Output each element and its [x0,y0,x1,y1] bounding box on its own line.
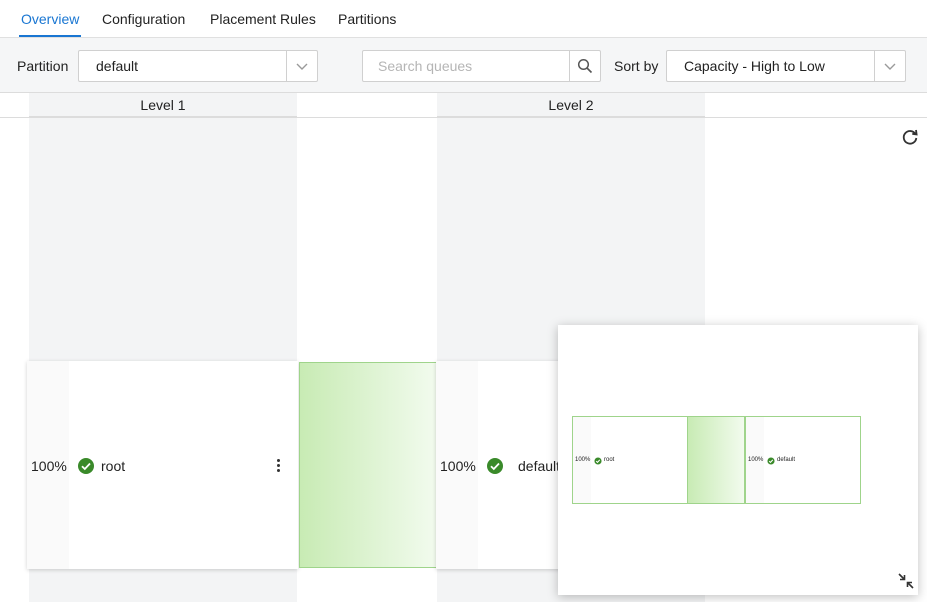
tab-bar: Overview Configuration Placement Rules P… [0,0,927,37]
minimap[interactable]: 100% root 100% default [558,325,918,595]
check-circle-icon [78,458,94,474]
search-box [362,50,601,82]
partition-select[interactable]: default [78,50,318,82]
minimap-queue-name: default [777,457,796,463]
tab-configuration[interactable]: Configuration [102,0,185,37]
search-icon [577,58,593,74]
sort-label: Sort by [614,58,659,74]
refresh-button[interactable] [900,128,920,148]
minimap-queue-capacity: 100% [748,457,764,463]
tab-overview[interactable]: Overview [18,0,82,37]
tab-partitions[interactable]: Partitions [338,0,396,37]
sort-select[interactable]: Capacity - High to Low [666,50,906,82]
queue-capacity: 100% [440,458,476,474]
check-circle-icon [487,458,503,474]
minimap-collapse-button[interactable] [897,572,915,590]
queue-name: root [101,458,126,474]
level-1-header: Level 1 [29,93,297,117]
queue-name: default [518,458,561,474]
search-button[interactable] [569,51,600,81]
minimap-card-root: 100% root [572,416,688,504]
partition-value: default [96,58,139,74]
chevron-down-icon [884,63,896,70]
toolbar: Partition default Sort by Capacity - Hig… [0,37,927,93]
search-input[interactable] [363,51,569,81]
minimap-queue-name: root [604,457,615,463]
partition-dropdown-button[interactable] [286,51,317,81]
sort-dropdown-button[interactable] [874,51,905,81]
queue-capacity: 100% [31,458,67,474]
header-divider [0,117,927,118]
check-circle-icon [767,457,775,465]
chevron-down-icon [296,63,308,70]
refresh-icon [902,129,918,145]
collapse-icon [898,573,914,589]
partition-label: Partition [17,58,69,74]
queue-menu-button[interactable] [271,457,285,475]
check-circle-icon [594,457,602,465]
sort-value: Capacity - High to Low [684,58,825,74]
level-2-header: Level 2 [437,93,705,117]
minimap-connector [687,416,745,504]
tab-placement-rules[interactable]: Placement Rules [210,0,316,37]
minimap-queue-capacity: 100% [575,457,591,463]
minimap-card-default: 100% default [745,416,861,504]
queue-card-root[interactable]: 100% root [27,361,298,569]
queue-connector [299,362,436,568]
